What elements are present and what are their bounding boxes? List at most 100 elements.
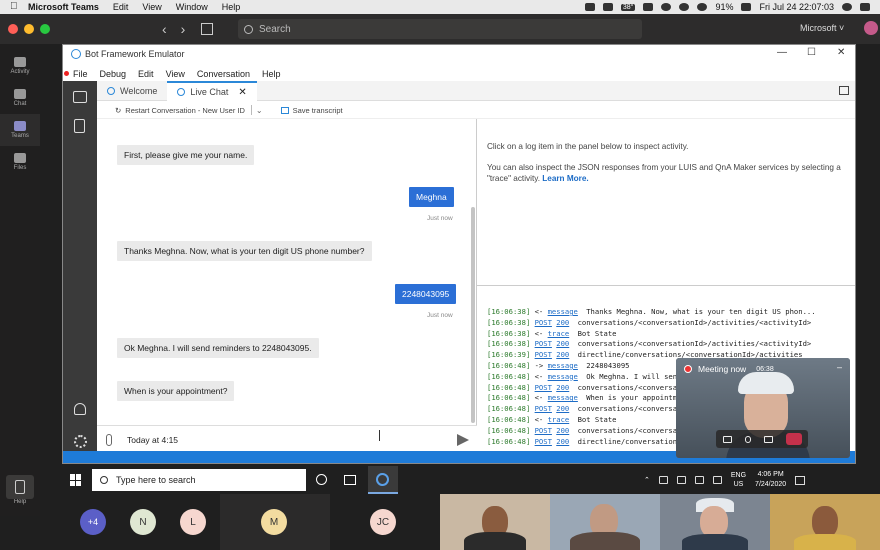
log-activity-link[interactable]: message bbox=[548, 393, 578, 402]
windows-search-input[interactable]: Type here to search bbox=[92, 469, 306, 491]
menu-help[interactable]: Help bbox=[262, 69, 281, 79]
bot-message[interactable]: Ok Meghna. I will send reminders to 2248… bbox=[117, 338, 319, 358]
log-activity-link[interactable]: POST bbox=[535, 339, 552, 348]
log-activity-link[interactable]: POST bbox=[535, 350, 552, 359]
menu-file[interactable]: File bbox=[73, 69, 88, 79]
tab-welcome[interactable]: Welcome bbox=[97, 81, 167, 101]
apple-icon[interactable]:  bbox=[10, 2, 20, 12]
bot-message[interactable]: Thanks Meghna. Now, what is your ten dig… bbox=[117, 241, 372, 261]
panel-splitter[interactable] bbox=[477, 285, 855, 286]
settings-icon[interactable] bbox=[74, 435, 87, 448]
log-activity-link[interactable]: message bbox=[548, 372, 578, 381]
log-activity-link[interactable]: message bbox=[548, 361, 578, 370]
back-icon[interactable]: ‹ bbox=[162, 21, 167, 37]
log-activity-link[interactable]: message bbox=[548, 307, 578, 316]
chat-scrollbar[interactable] bbox=[471, 207, 475, 423]
save-transcript-button[interactable]: Save transcript bbox=[280, 106, 343, 115]
notifications-icon[interactable] bbox=[74, 403, 86, 415]
close-tab-icon[interactable]: ✕ bbox=[238, 87, 246, 98]
log-entry[interactable]: [16:06:38] POST 200 conversations/<conve… bbox=[487, 318, 855, 329]
minimize-window-button[interactable] bbox=[24, 24, 34, 34]
menu-help[interactable]: Help bbox=[222, 2, 241, 12]
learn-more-link[interactable]: Learn More. bbox=[542, 174, 588, 183]
log-entry[interactable]: [16:06:38] POST 200 conversations/<conve… bbox=[487, 339, 855, 350]
windows-start-icon[interactable] bbox=[70, 474, 82, 486]
taskbar-clock[interactable]: 4:06 PM 7/24/2020 bbox=[755, 470, 786, 490]
close-window-button[interactable] bbox=[8, 24, 18, 34]
menu-debug[interactable]: Debug bbox=[100, 69, 127, 79]
log-status-code[interactable]: 200 bbox=[556, 383, 569, 392]
dropbox-icon[interactable] bbox=[602, 3, 613, 11]
attachment-icon[interactable] bbox=[106, 434, 112, 446]
log-status-code[interactable]: 200 bbox=[556, 426, 569, 435]
camera-icon[interactable] bbox=[722, 435, 732, 443]
menu-view[interactable]: View bbox=[142, 2, 161, 12]
log-activity-link[interactable]: POST bbox=[535, 318, 552, 327]
minimize-meeting-button[interactable]: – bbox=[837, 362, 842, 372]
network-icon[interactable] bbox=[694, 476, 704, 484]
participant-video[interactable] bbox=[770, 494, 880, 550]
participant-video[interactable] bbox=[660, 494, 770, 550]
menu-window[interactable]: Window bbox=[176, 2, 208, 12]
chat-bubble-icon[interactable] bbox=[73, 91, 87, 103]
rail-item-activity[interactable]: Activity bbox=[0, 50, 40, 82]
menu-edit[interactable]: Edit bbox=[113, 2, 129, 12]
teams-search-input[interactable]: Search bbox=[238, 19, 642, 39]
log-activity-link[interactable]: POST bbox=[535, 437, 552, 446]
taskbar-app-emulator[interactable] bbox=[368, 466, 398, 494]
compose-icon[interactable] bbox=[201, 23, 214, 35]
bot-message[interactable]: First, please give me your name. bbox=[117, 145, 255, 165]
wifi-icon[interactable] bbox=[697, 3, 708, 11]
log-status-code[interactable]: 200 bbox=[556, 318, 569, 327]
log-entry[interactable]: [16:06:38] <- trace Bot State bbox=[487, 329, 855, 340]
language-indicator[interactable]: ENG US bbox=[731, 471, 746, 489]
meeting-window[interactable]: Meeting now 06:38 – bbox=[676, 358, 850, 458]
volume-icon[interactable] bbox=[712, 476, 722, 484]
log-entry[interactable]: [16:06:38] <- message Thanks Meghna. Now… bbox=[487, 307, 855, 318]
tenant-switcher[interactable]: Microsoft ˅ bbox=[800, 23, 844, 33]
split-view-icon[interactable] bbox=[839, 86, 849, 95]
battery-icon[interactable] bbox=[676, 476, 686, 484]
onedrive-icon[interactable] bbox=[658, 476, 668, 484]
sync-icon[interactable] bbox=[661, 3, 672, 11]
cortana-icon[interactable] bbox=[316, 474, 327, 485]
forward-icon[interactable]: › bbox=[181, 21, 186, 37]
log-activity-link[interactable]: POST bbox=[535, 404, 552, 413]
spotlight-icon[interactable] bbox=[842, 3, 852, 11]
document-icon[interactable] bbox=[74, 119, 85, 133]
chevron-up-icon[interactable]: ⌃ bbox=[644, 476, 650, 484]
hang-up-button[interactable] bbox=[785, 433, 802, 445]
participant-video[interactable] bbox=[550, 494, 660, 550]
battery-icon[interactable] bbox=[741, 3, 752, 11]
log-activity-link[interactable]: POST bbox=[535, 426, 552, 435]
task-view-icon[interactable] bbox=[344, 475, 356, 485]
overflow-participants-badge[interactable]: +4 bbox=[80, 509, 106, 535]
bluetooth-icon[interactable] bbox=[679, 3, 690, 11]
menu-view[interactable]: View bbox=[166, 69, 185, 79]
log-activity-link[interactable]: trace bbox=[548, 415, 570, 424]
app-menu[interactable]: Microsoft Teams bbox=[28, 2, 99, 12]
user-message[interactable]: 2248043095 bbox=[395, 284, 457, 304]
control-center-icon[interactable] bbox=[860, 3, 870, 11]
user-message[interactable]: Meghna bbox=[409, 187, 454, 207]
log-status-code[interactable]: 200 bbox=[556, 404, 569, 413]
participant-avatar[interactable]: JC bbox=[370, 509, 396, 535]
device-settings-button[interactable] bbox=[6, 475, 34, 499]
clock[interactable]: Fri Jul 24 22:07:03 bbox=[759, 2, 834, 12]
minimize-icon[interactable]: — bbox=[777, 47, 787, 58]
participant-avatar[interactable]: M bbox=[261, 509, 287, 535]
close-icon[interactable]: ✕ bbox=[837, 47, 845, 58]
rail-item-chat[interactable]: Chat bbox=[0, 82, 40, 114]
log-activity-link[interactable]: POST bbox=[535, 383, 552, 392]
log-activity-link[interactable]: trace bbox=[548, 329, 570, 338]
share-screen-icon[interactable] bbox=[763, 435, 773, 443]
tab-live-chat[interactable]: Live Chat ✕ bbox=[167, 81, 257, 101]
send-icon[interactable] bbox=[457, 434, 469, 446]
record-icon[interactable] bbox=[584, 3, 595, 11]
notifications-icon[interactable] bbox=[795, 475, 806, 485]
log-status-code[interactable]: 200 bbox=[556, 350, 569, 359]
log-status-code[interactable]: 200 bbox=[556, 437, 569, 446]
maximize-icon[interactable]: ☐ bbox=[807, 47, 816, 58]
participant-video[interactable] bbox=[440, 494, 550, 550]
rail-item-teams[interactable]: Teams bbox=[0, 114, 40, 146]
